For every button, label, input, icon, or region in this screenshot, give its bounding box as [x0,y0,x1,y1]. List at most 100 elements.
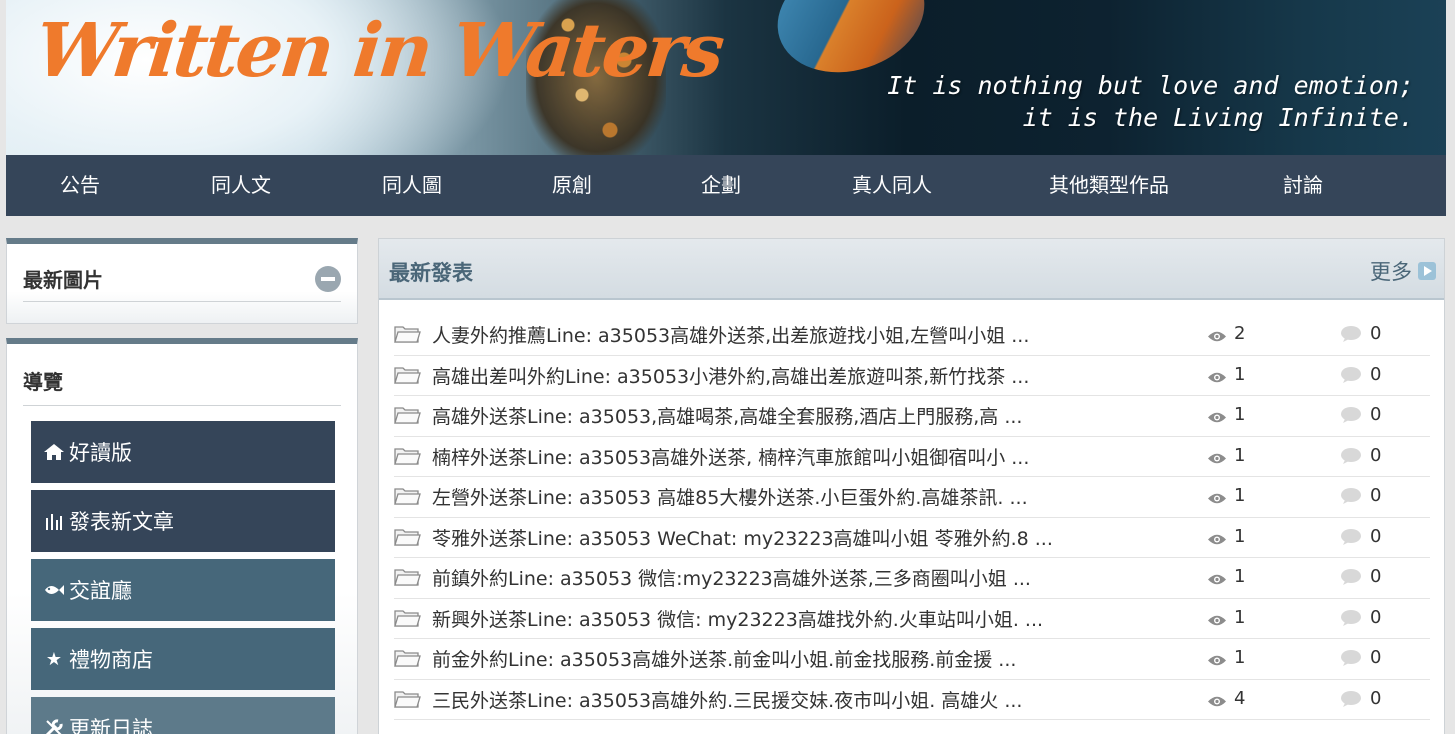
folder-icon [394,324,421,344]
post-title-link[interactable]: 三民外送茶Line: a35053高雄外約.三民援交妹.夜市叫小姐. 高雄火 .… [432,686,1212,713]
post-row: 人妻外約推薦Line: a35053高雄外送茶,出差旅遊找小姐,左營叫小姐 ..… [394,315,1430,356]
more-link[interactable]: 更多 [1370,256,1436,286]
comment-count: 0 [1370,525,1382,547]
sidebar-item-changelog[interactable]: 更新日誌 [31,697,335,734]
nav-item-original[interactable]: 原創 [552,155,592,216]
folder-icon [394,608,421,628]
view-count: 1 [1234,404,1246,425]
folder-icon [394,446,421,466]
views-eye-icon [1207,367,1227,382]
comment-count: 0 [1370,444,1382,466]
views-eye-icon [1207,650,1227,666]
sidebar-item-lounge[interactable]: 交誼廳 [31,559,335,621]
folder-icon [394,486,421,506]
latest-images-box: 最新圖片 [6,238,358,324]
post-list: 人妻外約推薦Line: a35053高雄外送茶,出差旅遊找小姐,左營叫小姐 ..… [394,315,1430,720]
comment-bubble-icon [1340,406,1362,424]
view-count: 1 [1234,566,1246,587]
post-title-link[interactable]: 楠梓外送茶Line: a35053高雄外送茶, 楠梓汽車旅館叫小姐御宿叫小 ..… [432,443,1212,470]
latest-posts-title: 最新發表 [389,261,473,285]
view-count: 1 [1234,363,1246,385]
sidebar-item-label: 交誼廳 [69,579,132,603]
views-eye-icon [1207,488,1227,504]
comment-count: 0 [1370,323,1382,344]
folder-icon [394,365,421,385]
latest-images-title: 最新圖片 [23,268,103,292]
star-icon: ★ [45,648,63,670]
comment-count: 0 [1370,404,1382,425]
view-count: 1 [1234,606,1246,628]
comment-bubble-icon [1340,649,1362,667]
view-count: 1 [1234,444,1246,466]
comment-count: 0 [1370,606,1382,628]
views-eye-icon [1207,407,1227,423]
views-eye-icon [1207,610,1227,625]
views-eye-icon [1207,326,1227,342]
views-eye-icon [1207,691,1227,706]
view-count: 1 [1234,485,1246,506]
site-banner: Written in Waters It is nothing but love… [6,0,1446,155]
comment-count: 0 [1370,647,1382,668]
post-title-link[interactable]: 新興外送茶Line: a35053 微信: my23223高雄找外約.火車站叫小… [432,605,1212,632]
post-title-link[interactable]: 高雄出差叫外約Line: a35053小港外約,高雄出差旅遊叫茶,新竹找茶 ..… [432,362,1212,389]
nav-item-fanart[interactable]: 同人圖 [382,155,442,216]
navigation-box: 導覽 好讀版 發表新文章 交誼廳 ★ 禮物商店 更新日誌 [6,338,358,734]
post-row: 楠梓外送茶Line: a35053高雄外送茶, 楠梓汽車旅館叫小姐御宿叫小 ..… [394,437,1430,477]
views-eye-icon [1207,569,1227,585]
tagline-line-2: it is the Living Infinite. [1022,103,1414,132]
views-eye-icon [1207,529,1227,544]
nav-item-announcements[interactable]: 公告 [60,155,100,216]
chart-icon [41,508,67,534]
post-title-link[interactable]: 人妻外約推薦Line: a35053高雄外送茶,出差旅遊找小姐,左營叫小姐 ..… [432,321,1212,348]
wrench-icon [41,715,67,734]
folder-icon [394,648,421,668]
post-row: 前金外約Line: a35053高雄外送茶.前金叫小姐.前金找服務.前金援 ..… [394,639,1430,680]
view-count: 1 [1234,647,1246,668]
sidebar-item-print-version[interactable]: 好讀版 [31,421,335,483]
sidebar-item-new-post[interactable]: 發表新文章 [31,490,335,552]
comment-count: 0 [1370,566,1382,587]
home-icon [41,439,67,465]
post-title-link[interactable]: 苓雅外送茶Line: a35053 WeChat: my23223高雄叫小姐 苓… [432,524,1212,551]
nav-item-rpf[interactable]: 真人同人 [852,155,932,216]
comment-bubble-icon [1340,325,1362,343]
sidebar-item-label: 更新日誌 [69,717,153,734]
folder-icon [394,527,421,547]
folder-icon [394,567,421,587]
collapse-icon[interactable] [315,266,341,292]
site-logo[interactable]: Written in Waters [31,8,725,94]
nav-item-other-works[interactable]: 其他類型作品 [1049,155,1169,216]
latest-images-header: 最新圖片 [23,244,341,302]
arrow-right-icon [1418,262,1436,280]
post-row: 左營外送茶Line: a35053 高雄85大樓外送茶.小巨蛋外約.高雄茶訊. … [394,477,1430,518]
post-row: 高雄出差叫外約Line: a35053小港外約,高雄出差旅遊叫茶,新竹找茶 ..… [394,356,1430,396]
fish-icon [41,577,67,603]
post-title-link[interactable]: 前金外約Line: a35053高雄外送茶.前金叫小姐.前金找服務.前金援 ..… [432,645,1212,672]
sidebar-item-label: 好讀版 [69,441,132,465]
post-row: 苓雅外送茶Line: a35053 WeChat: my23223高雄叫小姐 苓… [394,518,1430,558]
comment-count: 0 [1370,687,1382,709]
comment-bubble-icon [1340,366,1362,384]
nav-item-fanfiction[interactable]: 同人文 [211,155,271,216]
folder-icon [394,689,421,709]
post-row: 三民外送茶Line: a35053高雄外約.三民援交妹.夜市叫小姐. 高雄火 .… [394,680,1430,720]
latest-posts-panel: 最新發表 更多 人妻外約推薦Line: a35053高雄外送茶,出差旅遊找小姐,… [378,238,1445,734]
navigation-header: 導覽 [23,344,341,406]
nav-item-discussion[interactable]: 討論 [1283,155,1323,216]
post-title-link[interactable]: 高雄外送茶Line: a35053,高雄喝茶,高雄全套服務,酒店上門服務,高 .… [432,402,1212,429]
comment-count: 0 [1370,485,1382,506]
site-tagline: It is nothing but love and emotion; it i… [887,70,1414,134]
folder-icon [394,405,421,425]
tagline-line-1: It is nothing but love and emotion; [887,71,1414,100]
latest-posts-header: 最新發表 更多 [379,239,1444,300]
views-eye-icon [1207,448,1227,463]
nav-item-projects[interactable]: 企劃 [701,155,741,216]
sidebar-item-label: 發表新文章 [69,510,174,534]
post-title-link[interactable]: 前鎮外約Line: a35053 微信:my23223高雄外送茶,三多商圈叫小姐… [432,564,1212,591]
sidebar-item-gift-shop[interactable]: ★ 禮物商店 [31,628,335,690]
post-title-link[interactable]: 左營外送茶Line: a35053 高雄85大樓外送茶.小巨蛋外約.高雄茶訊. … [432,483,1212,510]
main-nav: 公告 同人文 同人圖 原創 企劃 真人同人 其他類型作品 討論 [6,155,1446,216]
post-row: 高雄外送茶Line: a35053,高雄喝茶,高雄全套服務,酒店上門服務,高 .… [394,396,1430,437]
view-count: 2 [1234,323,1246,344]
comment-bubble-icon [1340,447,1362,465]
